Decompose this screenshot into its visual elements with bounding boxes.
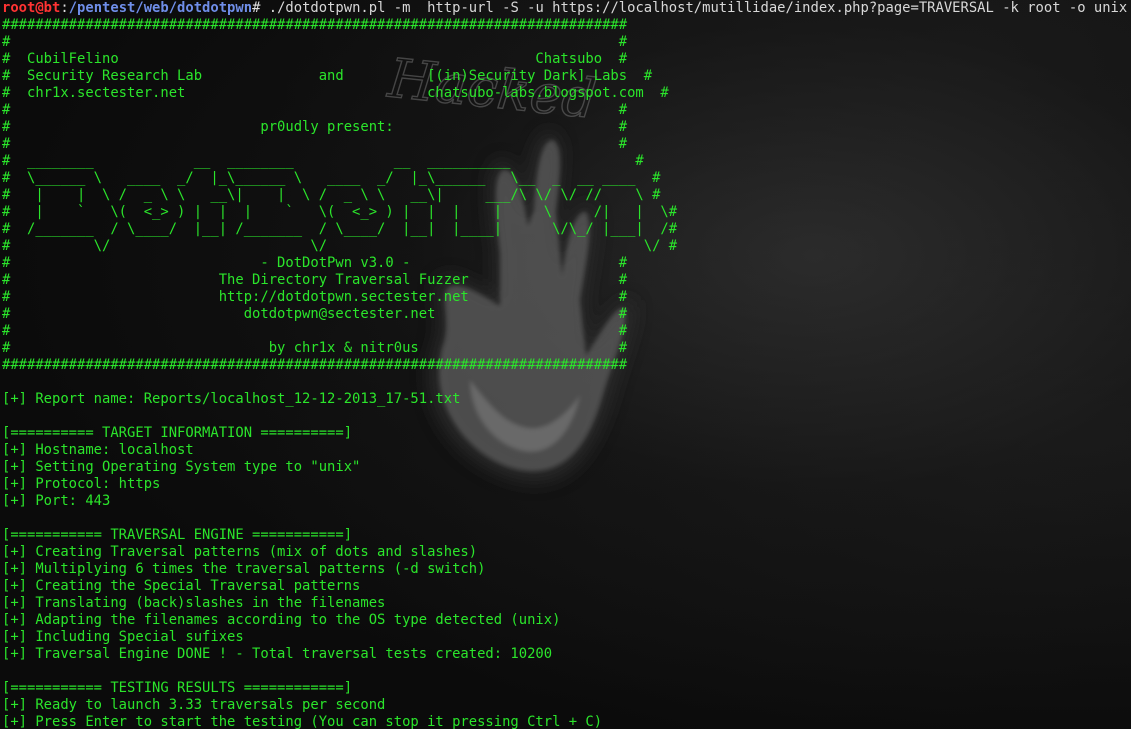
banner-line: # pr0udly present: # [2, 119, 628, 135]
banner-ascii-art: # \/ \/ \/ # [2, 238, 678, 254]
output-line: [+] Creating Traversal patterns (mix of … [2, 544, 478, 560]
output-line: [+] Multiplying 6 times the traversal pa… [2, 561, 486, 577]
banner-line: # - DotDotPwn v3.0 - # [2, 255, 628, 271]
output-line: [+] Adapting the filenames according to … [2, 612, 561, 628]
output-line: [+] Protocol: https [2, 476, 161, 492]
banner-ascii-art: # ________ __ ________ __ __________ # [2, 153, 644, 169]
banner-line: ########################################… [2, 17, 628, 33]
output-line: [+] Setting Operating System type to "un… [2, 459, 361, 475]
banner-line: # dotdotpwn@sectester.net # [2, 306, 628, 322]
prompt-press-enter: [+] Press Enter to start the testing (Yo… [2, 714, 603, 729]
output-line: [+] Traversal Engine DONE ! - Total trav… [2, 646, 553, 662]
banner-line: # CubilFelino Chatsubo # [2, 51, 628, 67]
prompt-path: /pentest/web/dotdotpwn [68, 0, 253, 16]
banner-line: # # [2, 323, 628, 339]
banner-ascii-art: # | ` \( <_> ) | | | ` \( <_> ) | | | | … [2, 204, 678, 220]
output-line: [+] Hostname: localhost [2, 442, 194, 458]
output-line: [+] Including Special sufixes [2, 629, 244, 645]
section-header-engine: [=========== TRAVERSAL ENGINE ==========… [2, 527, 353, 543]
prompt-user-host: root@bt [2, 0, 61, 16]
banner-line: # by chr1x & nitr0us # [2, 340, 628, 356]
output-line: [+] Ready to launch 3.33 traversals per … [2, 697, 386, 713]
banner-line: # # [2, 34, 628, 50]
banner-ascii-art: # /_______ / \____/ |__| /_______ / \___… [2, 221, 678, 237]
banner-ascii-art: # | | \ / _ \ \ __\| | \ / _ \ \ __\| __… [2, 187, 661, 203]
output-line: [+] Port: 443 [2, 493, 111, 509]
banner-line: # # [2, 136, 628, 152]
terminal-output[interactable]: root@bt:/pentest/web/dotdotpwn# ./dotdot… [2, 0, 1127, 729]
prompt-separator: : [60, 0, 69, 16]
command-text: ./dotdotpwn.pl -m http-url -S -u https:/… [260, 0, 1128, 16]
terminal-window[interactable]: Hacked root@bt:/pentest/web/dotdotpwn# .… [0, 0, 1131, 729]
section-header-target: [========== TARGET INFORMATION =========… [2, 425, 353, 441]
output-line: [+] Creating the Special Traversal patte… [2, 578, 361, 594]
command-line: root@bt:/pentest/web/dotdotpwn# ./dotdot… [2, 0, 1127, 17]
report-name-line: [+] Report name: Reports/localhost_12-12… [2, 391, 461, 407]
banner-ascii-art: # \______ \ ____ _/ |_\______ \ ____ _/ … [2, 170, 661, 186]
banner-line: # http://dotdotpwn.sectester.net # [2, 289, 628, 305]
banner-line: ########################################… [2, 357, 628, 373]
banner-line: # chr1x.sectester.net chatsubo-labs.blog… [2, 85, 669, 101]
section-header-results: [=========== TESTING RESULTS ===========… [2, 680, 353, 696]
banner-line: # The Directory Traversal Fuzzer # [2, 272, 628, 288]
banner-line: # Security Research Lab and [(in)Securit… [2, 68, 653, 84]
banner-line: # # [2, 102, 628, 118]
output-line: [+] Translating (back)slashes in the fil… [2, 595, 386, 611]
